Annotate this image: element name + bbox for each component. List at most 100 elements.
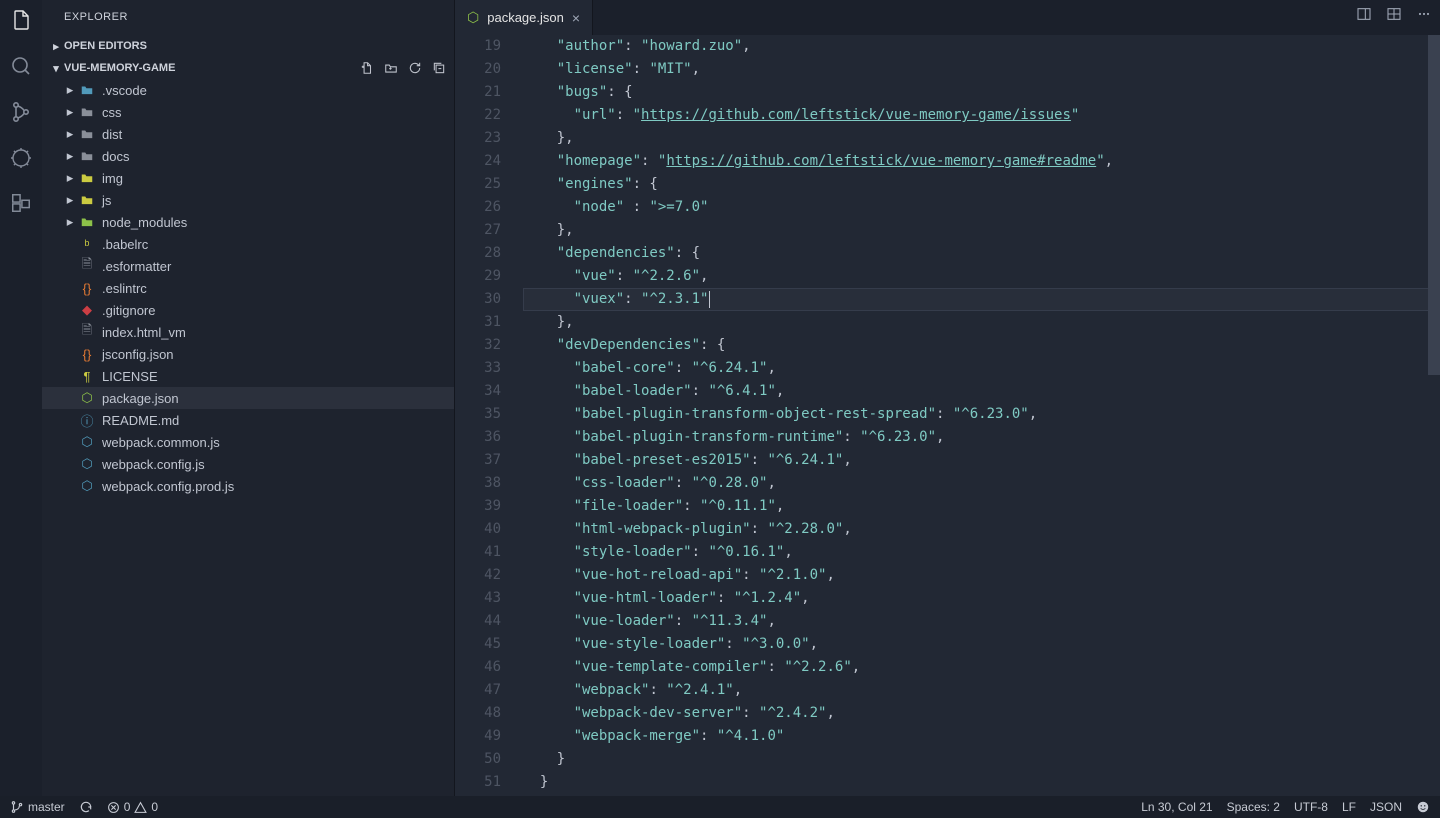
folder-label: css bbox=[102, 105, 122, 120]
folder-label: .vscode bbox=[102, 83, 147, 98]
branch-name: master bbox=[28, 800, 65, 814]
tab-package-json[interactable]: ⬡ package.json × bbox=[455, 0, 593, 35]
eol-status[interactable]: LF bbox=[1342, 800, 1356, 814]
folder-label: img bbox=[102, 171, 123, 186]
file-.esformatter[interactable]: 🗎.esformatter bbox=[42, 255, 454, 277]
folder-label: node_modules bbox=[102, 215, 187, 230]
git-branch[interactable]: master bbox=[10, 800, 65, 814]
file-icon: {} bbox=[78, 347, 96, 362]
file-README.md[interactable]: ⓘ README.md bbox=[42, 409, 454, 431]
folder-js[interactable]: ▸ js bbox=[42, 189, 454, 211]
file-label: .gitignore bbox=[102, 303, 155, 318]
folder-dist[interactable]: ▸ dist bbox=[42, 123, 454, 145]
file-jsconfig.json[interactable]: {} jsconfig.json bbox=[42, 343, 454, 365]
folder-label: docs bbox=[102, 149, 129, 164]
chevron-right-icon: ▸ bbox=[64, 82, 76, 98]
problems-indicator[interactable]: 0 0 bbox=[107, 800, 158, 814]
code-editor[interactable]: 1920212223242526272829303132333435363738… bbox=[455, 35, 1440, 818]
open-editors-section[interactable]: ▸ OPEN EDITORS bbox=[42, 35, 454, 57]
file-webpack.common.js[interactable]: ⬡ webpack.common.js bbox=[42, 431, 454, 453]
folder-label: dist bbox=[102, 127, 122, 142]
search-icon[interactable] bbox=[9, 54, 33, 78]
file-label: webpack.config.prod.js bbox=[102, 479, 234, 494]
file-webpack.config.prod.js[interactable]: ⬡ webpack.config.prod.js bbox=[42, 475, 454, 497]
refresh-icon[interactable] bbox=[408, 61, 422, 75]
language-status[interactable]: JSON bbox=[1370, 800, 1402, 814]
file-package.json[interactable]: ⬡ package.json bbox=[42, 387, 454, 409]
extensions-icon[interactable] bbox=[10, 192, 32, 214]
new-file-icon[interactable] bbox=[360, 61, 374, 75]
folder-icon bbox=[78, 215, 96, 229]
more-icon[interactable] bbox=[1416, 6, 1432, 22]
cursor-position[interactable]: Ln 30, Col 21 bbox=[1141, 800, 1212, 814]
file-index.html_vm[interactable]: 🗎 index.html_vm bbox=[42, 321, 454, 343]
file-icon: ⬡ bbox=[78, 478, 96, 494]
file-icon: ⓘ bbox=[78, 411, 96, 430]
file-label: LICENSE bbox=[102, 369, 158, 384]
file-.babelrc[interactable]: ᵇ .babelrc bbox=[42, 233, 454, 255]
project-section[interactable]: ▾ VUE-MEMORY-GAME bbox=[42, 57, 454, 79]
feedback-icon[interactable] bbox=[1416, 800, 1430, 814]
split-right-icon[interactable] bbox=[1356, 6, 1372, 22]
explorer-icon[interactable] bbox=[9, 8, 33, 32]
file-label: webpack.config.js bbox=[102, 457, 205, 472]
file-icon: ◆ bbox=[78, 302, 96, 318]
chevron-right-icon: ▸ bbox=[64, 214, 76, 230]
scm-icon[interactable] bbox=[9, 100, 33, 124]
folder-img[interactable]: ▸img bbox=[42, 167, 454, 189]
activity-bar bbox=[0, 0, 42, 818]
layout-icon[interactable] bbox=[1386, 6, 1402, 22]
file-icon: ⬡ bbox=[78, 434, 96, 450]
editor-tabs: ⬡ package.json × bbox=[455, 0, 1440, 35]
file-tree: ▸ .vscode ▸css ▸ dist ▸ docs ▸img ▸ js ▸ node_modul… bbox=[42, 79, 454, 818]
file-label: index.html_vm bbox=[102, 325, 186, 340]
open-editors-label: OPEN EDITORS bbox=[64, 40, 147, 52]
chevron-right-icon: ▸ bbox=[64, 126, 76, 142]
file-icon: 🗎 bbox=[78, 255, 96, 277]
file-label: jsconfig.json bbox=[102, 347, 174, 362]
file-LICENSE[interactable]: ¶LICENSE bbox=[42, 365, 454, 387]
folder-icon bbox=[78, 149, 96, 163]
explorer-title: EXPLORER bbox=[42, 0, 454, 35]
folder-.vscode[interactable]: ▸ .vscode bbox=[42, 79, 454, 101]
indent-status[interactable]: Spaces: 2 bbox=[1227, 800, 1280, 814]
folder-icon bbox=[78, 171, 96, 185]
chevron-right-icon: ▸ bbox=[50, 40, 62, 53]
file-icon: ⬡ bbox=[78, 390, 96, 406]
file-label: .eslintrc bbox=[102, 281, 147, 296]
chevron-right-icon: ▸ bbox=[64, 148, 76, 164]
file-label: package.json bbox=[102, 391, 179, 406]
editor-scrollbar[interactable] bbox=[1428, 35, 1440, 818]
editor-title-actions bbox=[1356, 6, 1432, 22]
git-sync-icon[interactable] bbox=[79, 800, 93, 814]
file-icon: 🗎 bbox=[78, 321, 96, 343]
folder-docs[interactable]: ▸ docs bbox=[42, 145, 454, 167]
new-folder-icon[interactable] bbox=[384, 61, 398, 75]
error-count: 0 bbox=[124, 800, 131, 814]
encoding-status[interactable]: UTF-8 bbox=[1294, 800, 1328, 814]
file-.eslintrc[interactable]: {}.eslintrc bbox=[42, 277, 454, 299]
file-icon: ᵇ bbox=[78, 237, 96, 252]
tab-label: package.json bbox=[487, 10, 564, 25]
chevron-right-icon: ▸ bbox=[64, 192, 76, 208]
file-webpack.config.js[interactable]: ⬡webpack.config.js bbox=[42, 453, 454, 475]
collapse-all-icon[interactable] bbox=[432, 61, 446, 75]
folder-label: js bbox=[102, 193, 111, 208]
scroll-thumb[interactable] bbox=[1428, 35, 1440, 375]
file-label: webpack.common.js bbox=[102, 435, 220, 450]
folder-icon bbox=[78, 127, 96, 141]
status-bar: master 0 0 Ln 30, Col 21 Spaces: 2 UTF-8… bbox=[0, 796, 1440, 818]
code-lines[interactable]: "author": "howard.zuo", "license": "MIT"… bbox=[523, 35, 1440, 818]
folder-node_modules[interactable]: ▸ node_modules bbox=[42, 211, 454, 233]
project-name: VUE-MEMORY-GAME bbox=[64, 62, 175, 74]
close-icon[interactable]: × bbox=[572, 10, 580, 26]
line-gutter: 1920212223242526272829303132333435363738… bbox=[455, 35, 523, 818]
folder-css[interactable]: ▸css bbox=[42, 101, 454, 123]
folder-icon bbox=[78, 83, 96, 97]
explorer-panel: EXPLORER ▸ OPEN EDITORS ▾ VUE-MEMORY-GAM… bbox=[42, 0, 455, 818]
file-label: .babelrc bbox=[102, 237, 148, 252]
json-icon: ⬡ bbox=[467, 9, 479, 26]
debug-icon[interactable] bbox=[9, 146, 33, 170]
file-.gitignore[interactable]: ◆ .gitignore bbox=[42, 299, 454, 321]
file-label: README.md bbox=[102, 413, 179, 428]
